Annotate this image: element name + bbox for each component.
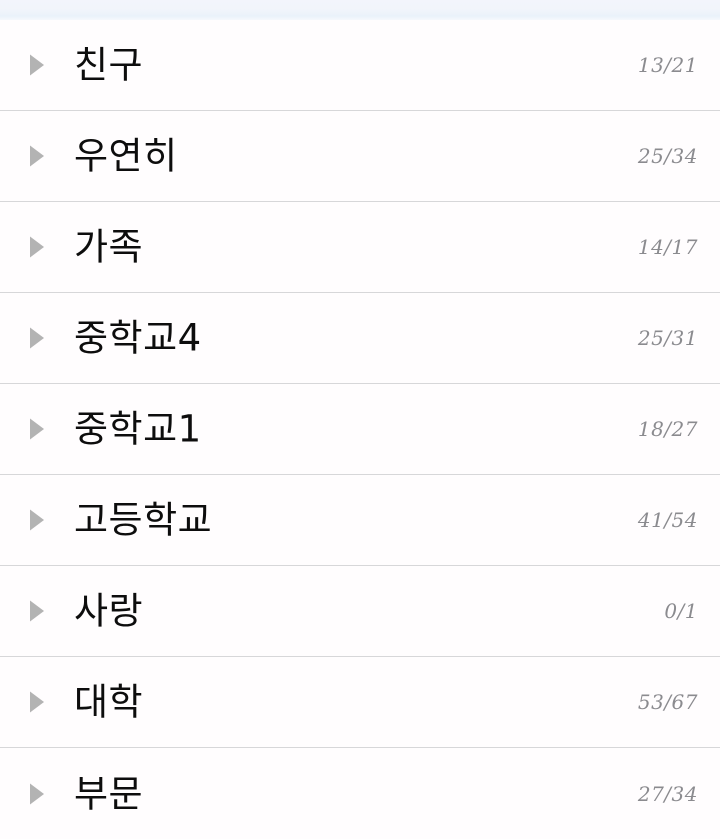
list-item-count: 25/31 [637, 326, 698, 350]
list-item-label: 가족 [74, 225, 144, 269]
list-item[interactable]: 중학교1 18/27 [0, 384, 720, 475]
triangle-right-icon[interactable] [29, 600, 45, 622]
list-item-label: 우연히 [74, 134, 178, 178]
collection-list: 친구 13/21 우연히 25/34 가족 14/17 중학교4 25/31 중학교1 18/27… [0, 20, 720, 839]
list-item-count: 27/34 [637, 781, 698, 806]
list-item[interactable]: 고등학교 41/54 [0, 475, 720, 566]
list-item-label: 대학 [74, 680, 144, 724]
list-item-count: 13/21 [637, 53, 698, 77]
list-item[interactable]: 가족 14/17 [0, 202, 720, 293]
top-status-band [0, 0, 720, 20]
list-item-count: 41/54 [637, 508, 698, 532]
triangle-right-icon[interactable] [29, 54, 45, 76]
list-item-count: 14/17 [637, 235, 698, 259]
triangle-right-icon[interactable] [29, 145, 45, 167]
list-item[interactable]: 친구 13/21 [0, 20, 720, 111]
list-item[interactable]: 대학 53/67 [0, 657, 720, 748]
triangle-right-icon[interactable] [29, 236, 45, 258]
triangle-right-icon[interactable] [29, 418, 45, 440]
list-item-label: 부문 [74, 772, 144, 815]
list-item[interactable]: 우연히 25/34 [0, 111, 720, 202]
list-item-count: 18/27 [637, 417, 698, 441]
triangle-right-icon[interactable] [29, 783, 45, 805]
list-item-label: 친구 [74, 43, 144, 87]
list-item[interactable]: 부문 27/34 [0, 748, 720, 839]
triangle-right-icon[interactable] [29, 691, 45, 713]
list-item-count: 0/1 [664, 599, 698, 623]
list-item-label: 중학교1 [74, 407, 202, 451]
list-item-count: 25/34 [637, 144, 698, 168]
list-item-label: 사랑 [74, 589, 144, 633]
list-item[interactable]: 중학교4 25/31 [0, 293, 720, 384]
list-item[interactable]: 사랑 0/1 [0, 566, 720, 657]
triangle-right-icon[interactable] [29, 509, 45, 531]
list-item-count: 53/67 [637, 690, 698, 714]
list-item-label: 중학교4 [74, 316, 202, 360]
triangle-right-icon[interactable] [29, 327, 45, 349]
list-item-label: 고등학교 [74, 498, 213, 542]
app-window: 친구 13/21 우연히 25/34 가족 14/17 중학교4 25/31 중학교1 18/27… [0, 0, 720, 839]
